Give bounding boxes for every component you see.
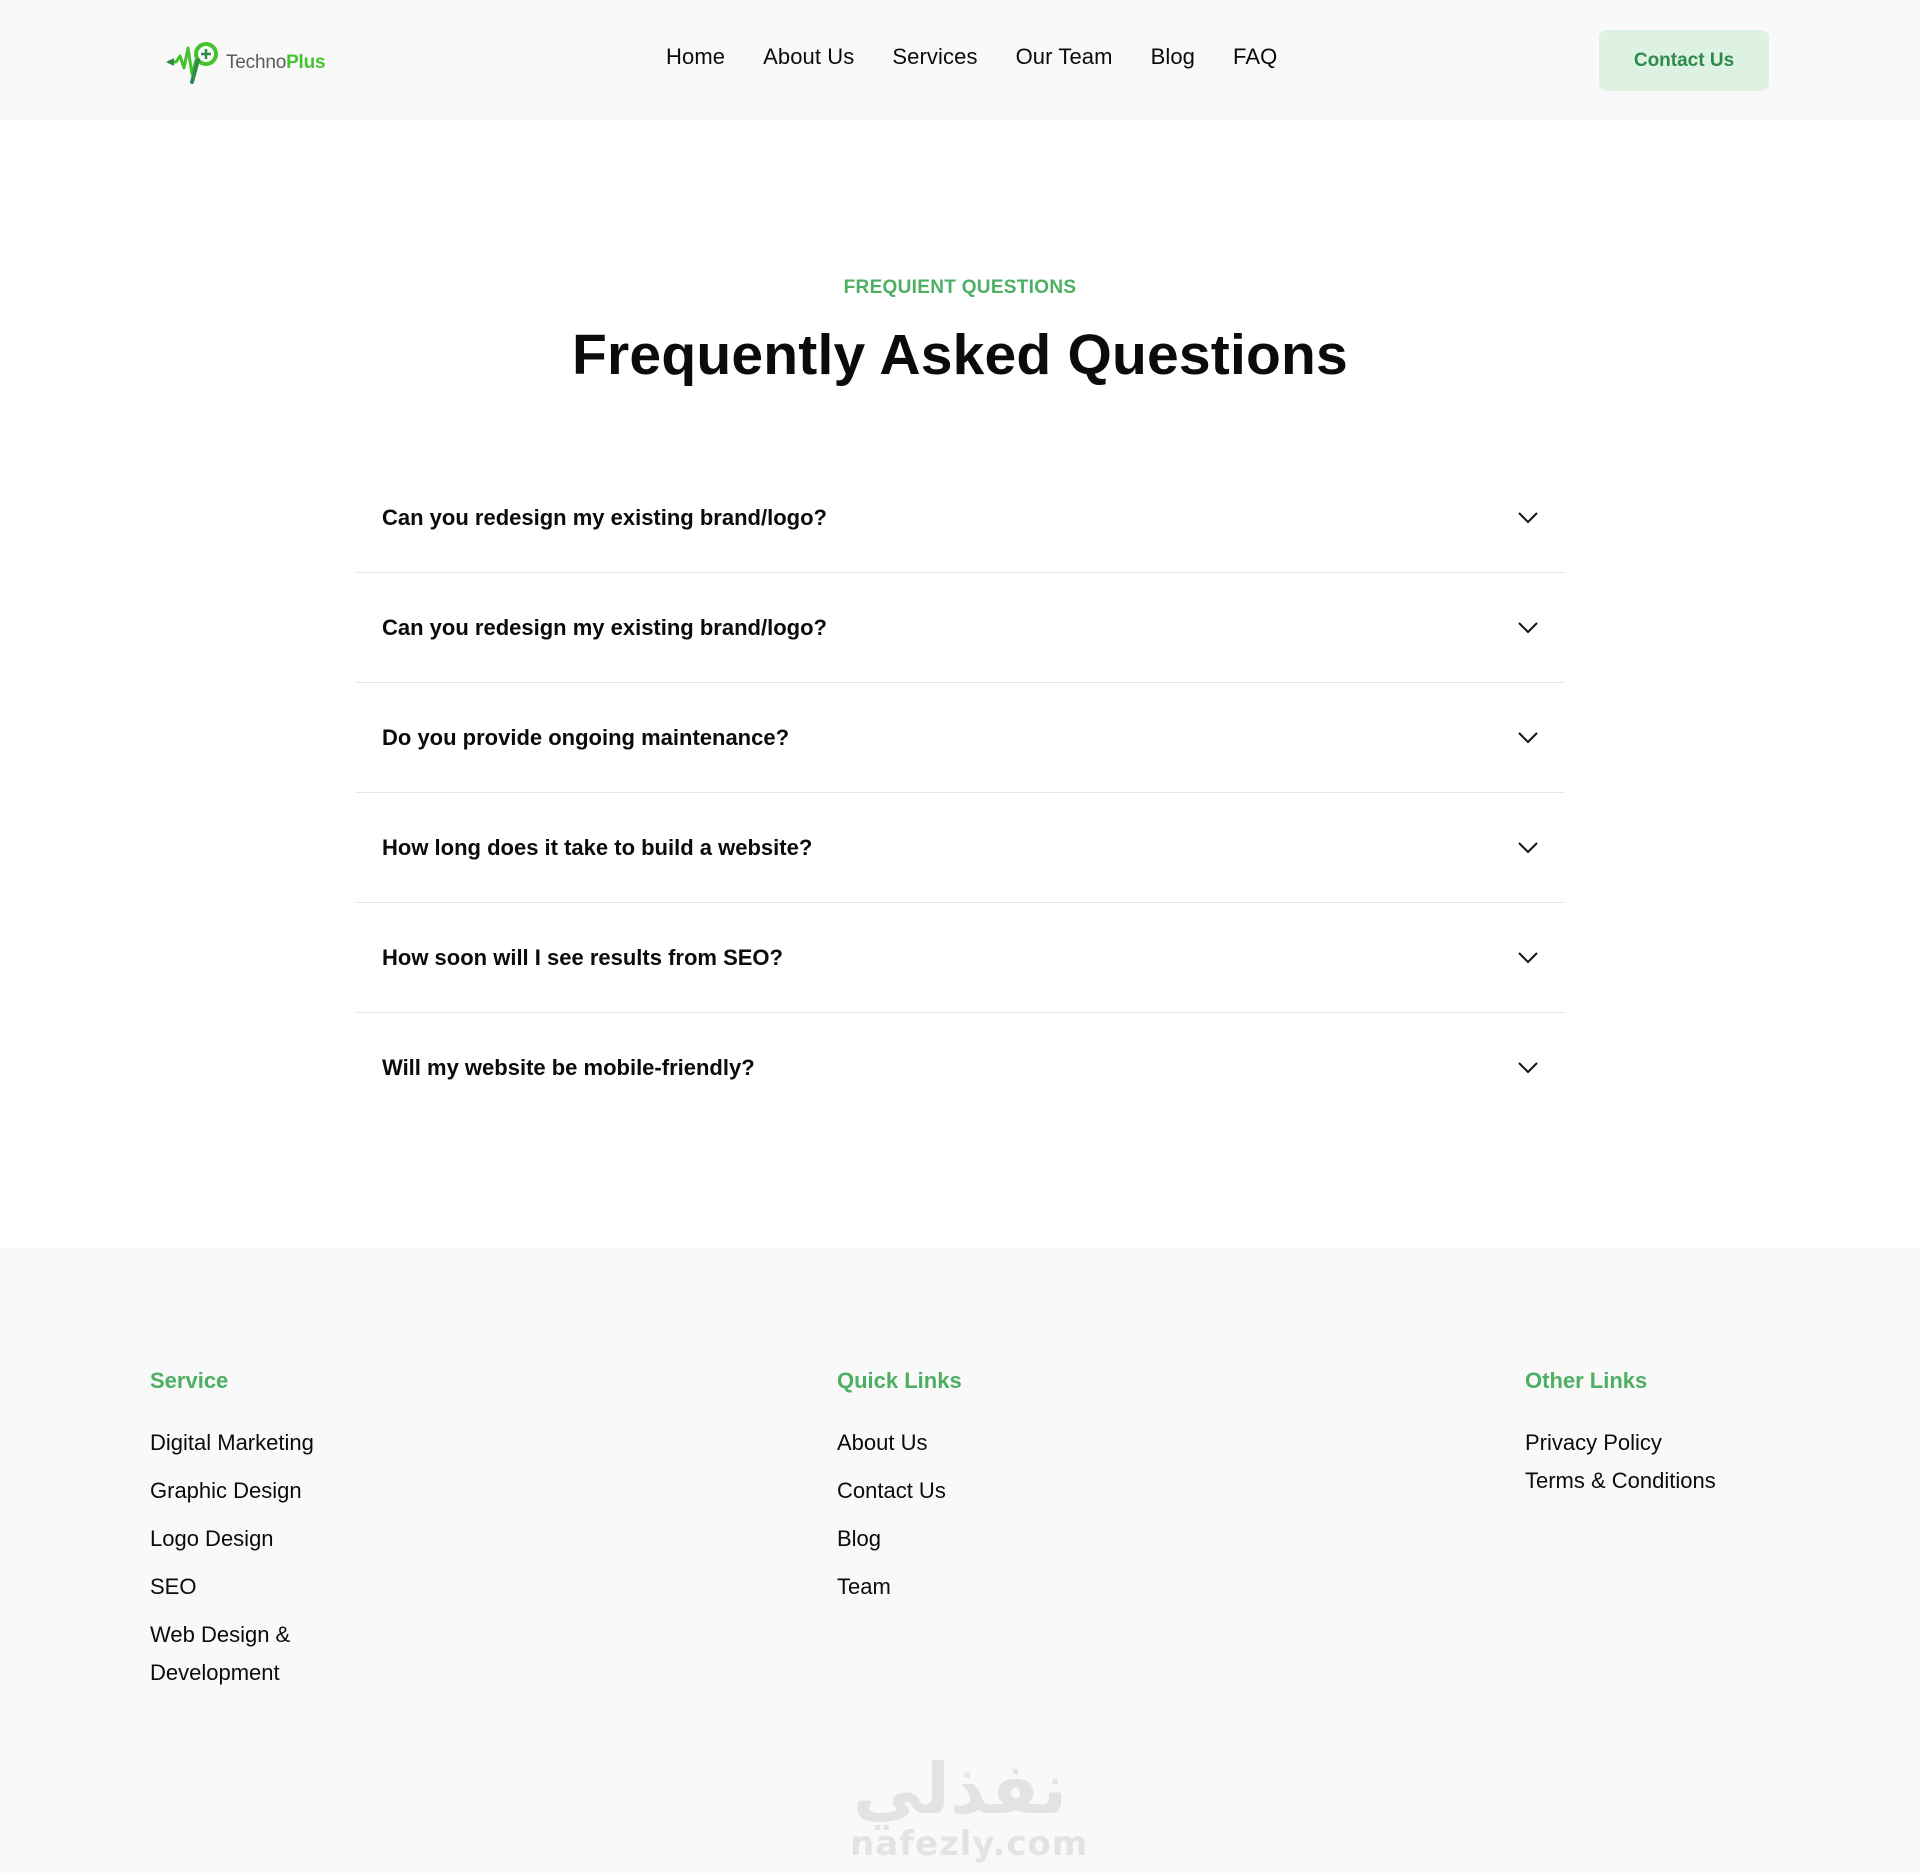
faq-item[interactable]: Can you redesign my existing brand/logo? (356, 573, 1565, 683)
watermark: نفذلي nafezly.com (850, 1748, 1089, 1872)
footer-link[interactable]: SEO (150, 1568, 320, 1606)
footer-quick-links-heading: Quick Links (837, 1368, 962, 1393)
chevron-down-icon[interactable] (1517, 731, 1539, 745)
nav-faq[interactable]: FAQ (1233, 44, 1277, 70)
footer-link[interactable]: Contact Us (837, 1472, 962, 1510)
footer-link[interactable]: About Us (837, 1424, 962, 1462)
faq-item[interactable]: Can you redesign my existing brand/logo? (356, 463, 1565, 573)
faq-question: Can you redesign my existing brand/logo? (382, 504, 827, 530)
page-title: Frequently Asked Questions (572, 323, 1348, 387)
faq-item[interactable]: Do you provide ongoing maintenance? (356, 683, 1565, 793)
nav-services[interactable]: Services (892, 44, 977, 70)
footer-link[interactable]: Terms & Conditions (1525, 1462, 1716, 1500)
footer-link[interactable]: Web Design & Development (150, 1616, 320, 1692)
main-nav: Home About Us Services Our Team Blog FAQ (666, 44, 1277, 70)
footer-link[interactable]: Blog (837, 1520, 962, 1558)
nav-our-team[interactable]: Our Team (1016, 44, 1113, 70)
chevron-down-icon[interactable] (1517, 951, 1539, 965)
faq-item[interactable]: How soon will I see results from SEO? (356, 903, 1565, 1013)
faq-accordion: Can you redesign my existing brand/logo?… (356, 463, 1565, 1123)
chevron-down-icon[interactable] (1517, 621, 1539, 635)
logo-text-main: Techno (226, 52, 287, 73)
site-header: TechnoPlus Home About Us Services Our Te… (0, 0, 1920, 120)
faq-question: How long does it take to build a website… (382, 834, 813, 860)
nav-about-us[interactable]: About Us (763, 44, 854, 70)
footer-link[interactable]: Graphic Design (150, 1472, 320, 1510)
faq-item[interactable]: How long does it take to build a website… (356, 793, 1565, 903)
brand-logo[interactable]: TechnoPlus (166, 38, 326, 88)
faq-question: How soon will I see results from SEO? (382, 944, 783, 970)
footer-quick-links-column: Quick Links About Us Contact Us Blog Tea… (837, 1368, 962, 1616)
logo-text-accent: Plus (286, 52, 326, 73)
faq-item[interactable]: Will my website be mobile-friendly? (356, 1013, 1565, 1123)
chevron-down-icon[interactable] (1517, 511, 1539, 525)
nav-blog[interactable]: Blog (1151, 44, 1195, 70)
chevron-down-icon[interactable] (1517, 841, 1539, 855)
faq-question: Can you redesign my existing brand/logo? (382, 614, 827, 640)
footer-service-column: Service Digital Marketing Graphic Design… (150, 1368, 320, 1702)
faq-question: Do you provide ongoing maintenance? (382, 724, 790, 750)
footer-link[interactable]: Privacy Policy (1525, 1424, 1716, 1462)
faq-question: Will my website be mobile-friendly? (382, 1055, 755, 1080)
logo-mark-icon (166, 42, 218, 84)
footer-service-heading: Service (150, 1368, 229, 1393)
nav-home[interactable]: Home (666, 44, 725, 70)
faq-eyebrow: FREQUIENT QUESTIONS (843, 277, 1077, 298)
contact-us-button[interactable]: Contact Us (1599, 30, 1769, 91)
watermark-latin: nafezly.com (850, 1824, 1089, 1864)
chevron-down-icon[interactable] (1517, 1061, 1539, 1075)
footer-link[interactable]: Logo Design (150, 1520, 320, 1558)
footer-link[interactable]: Team (837, 1568, 962, 1606)
footer-other-links-heading: Other Links (1525, 1368, 1648, 1393)
watermark-arabic: نفذلي (852, 1748, 1068, 1830)
footer-other-links-column: Other Links Privacy Policy Terms & Condi… (1525, 1368, 1716, 1500)
logo-wordmark: TechnoPlus (226, 52, 326, 74)
footer-link[interactable]: Digital Marketing (150, 1424, 320, 1462)
